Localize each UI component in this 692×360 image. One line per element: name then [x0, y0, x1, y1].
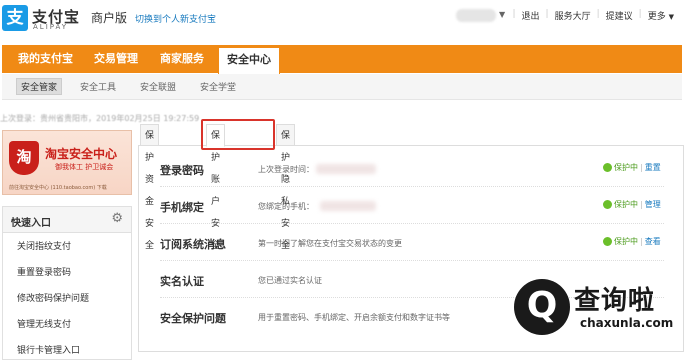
- main-nav: 我的支付宝 交易管理 商家服务 安全中心: [2, 45, 682, 75]
- view-link[interactable]: 查看: [645, 236, 661, 247]
- banner-subtitle: 御我体工 护卫诚会: [55, 163, 114, 171]
- status-text: 保护中: [614, 237, 638, 246]
- row-description: 用于重置密码、手机绑定、开启余额支付和数字证书等: [258, 313, 450, 322]
- service-hall-link[interactable]: 服务大厅: [549, 9, 597, 22]
- row-label: 手机绑定: [160, 201, 204, 214]
- tab-security-center[interactable]: 安全中心: [218, 47, 280, 75]
- status-group: 保护中 | 管理: [603, 199, 661, 210]
- switch-account-link[interactable]: 切换到个人新支付宝: [135, 12, 216, 25]
- subnav-security-tools[interactable]: 安全工具: [80, 80, 116, 93]
- row-label: 实名认证: [160, 275, 204, 288]
- subnav-security-manager[interactable]: 安全管家: [16, 78, 63, 95]
- more-link[interactable]: 更多 ▼: [642, 9, 680, 22]
- divider: |: [640, 163, 643, 172]
- security-row: 登录密码 上次登录时间： 保护中 | 重置: [160, 150, 664, 187]
- quick-entry-panel: 快速入口 ⚙ 关闭指纹支付 重置登录密码 修改密码保护问题 管理无线支付 银行卡…: [2, 206, 132, 360]
- chevron-down-icon: ▼: [668, 13, 674, 21]
- subnav-security-alliance[interactable]: 安全联盟: [140, 80, 176, 93]
- quick-entry-header: 快速入口 ⚙: [3, 207, 131, 233]
- tab-merchant-services[interactable]: 商家服务: [160, 45, 204, 73]
- watermark-domain: chaxunla.com: [580, 316, 674, 330]
- reset-link[interactable]: 重置: [645, 162, 661, 173]
- gear-icon[interactable]: ⚙: [111, 211, 123, 226]
- quick-entry-title: 快速入口: [11, 218, 51, 229]
- status-text: 保护中: [614, 200, 638, 209]
- alipay-logo-icon[interactable]: 支: [2, 5, 28, 31]
- divider: |: [640, 200, 643, 209]
- taobao-security-banner[interactable]: 淘 淘宝安全中心 御我体工 护卫诚会 前往淘宝安全中心 (110.taobao.…: [2, 130, 132, 195]
- redacted-value: [320, 201, 376, 211]
- status-group: 保护中 | 重置: [603, 162, 661, 173]
- active-tab-highlight: [201, 119, 275, 150]
- tab-trade-management[interactable]: 交易管理: [94, 45, 138, 73]
- tab-protect-privacy[interactable]: 保护隐私安全: [276, 124, 296, 251]
- logo-subtext: ALIPAY: [33, 23, 69, 31]
- quick-item-modify-security-question[interactable]: 修改密码保护问题: [17, 291, 89, 304]
- logout-link[interactable]: 退出: [516, 9, 546, 22]
- status-text: 保护中: [614, 163, 638, 172]
- manage-link[interactable]: 管理: [645, 199, 661, 210]
- row-label: 登录密码: [160, 164, 204, 177]
- watermark-glyph: Q: [526, 285, 558, 326]
- banner-title: 淘宝安全中心: [45, 147, 118, 161]
- row-description: 您已通过实名认证: [258, 276, 322, 285]
- feedback-link[interactable]: 提建议: [600, 9, 639, 22]
- banner-footer: 前往淘宝安全中心 (110.taobao.com) 下载: [9, 185, 107, 191]
- quick-item-close-fingerprint[interactable]: 关闭指纹支付: [17, 239, 71, 252]
- tab-protect-funds[interactable]: 保护资金安全: [140, 124, 160, 251]
- top-links: | 退出 | 服务大厅 | 提建议 | 更多 ▼: [512, 9, 680, 22]
- more-label: 更多: [647, 12, 666, 22]
- shield-icon: 淘: [9, 141, 39, 175]
- chevron-down-icon[interactable]: ▼: [499, 10, 505, 19]
- status-dot-icon: [603, 237, 612, 246]
- row-label: 安全保护问题: [160, 312, 226, 325]
- security-row: 订阅系统消息 第一时间了解您在支付宝交易状态的变更 保护中 | 查看: [160, 224, 664, 261]
- divider: |: [640, 237, 643, 246]
- quick-item-wireless-payment[interactable]: 管理无线支付: [17, 317, 71, 330]
- top-header: 支 支付宝 ALIPAY 商户版 切换到个人新支付宝 ▼ | 退出 | 服务大厅…: [0, 0, 692, 34]
- status-group: 保护中 | 查看: [603, 236, 661, 247]
- last-login-info: 上次登录：贵州省贵阳市，2019年02月25日 19:27:59: [0, 114, 200, 123]
- subnav-security-school[interactable]: 安全学堂: [200, 80, 236, 93]
- row-description: 上次登录时间：: [258, 165, 314, 174]
- username-blurred[interactable]: [456, 9, 496, 22]
- sub-nav: 安全管家 安全工具 安全联盟 安全学堂: [2, 74, 682, 100]
- quick-item-reset-login-password[interactable]: 重置登录密码: [17, 265, 71, 278]
- security-row: 手机绑定 您绑定的手机： 保护中 | 管理: [160, 187, 664, 224]
- watermark-title: 查询啦: [574, 286, 656, 316]
- quick-item-bank-card[interactable]: 银行卡管理入口: [17, 343, 80, 356]
- row-label: 订阅系统消息: [160, 238, 226, 251]
- row-description: 第一时间了解您在支付宝交易状态的变更: [258, 239, 402, 248]
- row-description: 您绑定的手机：: [258, 202, 314, 211]
- merchant-label: 商户版: [91, 11, 128, 25]
- status-dot-icon: [603, 200, 612, 209]
- tab-my-alipay[interactable]: 我的支付宝: [18, 45, 73, 73]
- redacted-value: [316, 164, 376, 174]
- status-dot-icon: [603, 163, 612, 172]
